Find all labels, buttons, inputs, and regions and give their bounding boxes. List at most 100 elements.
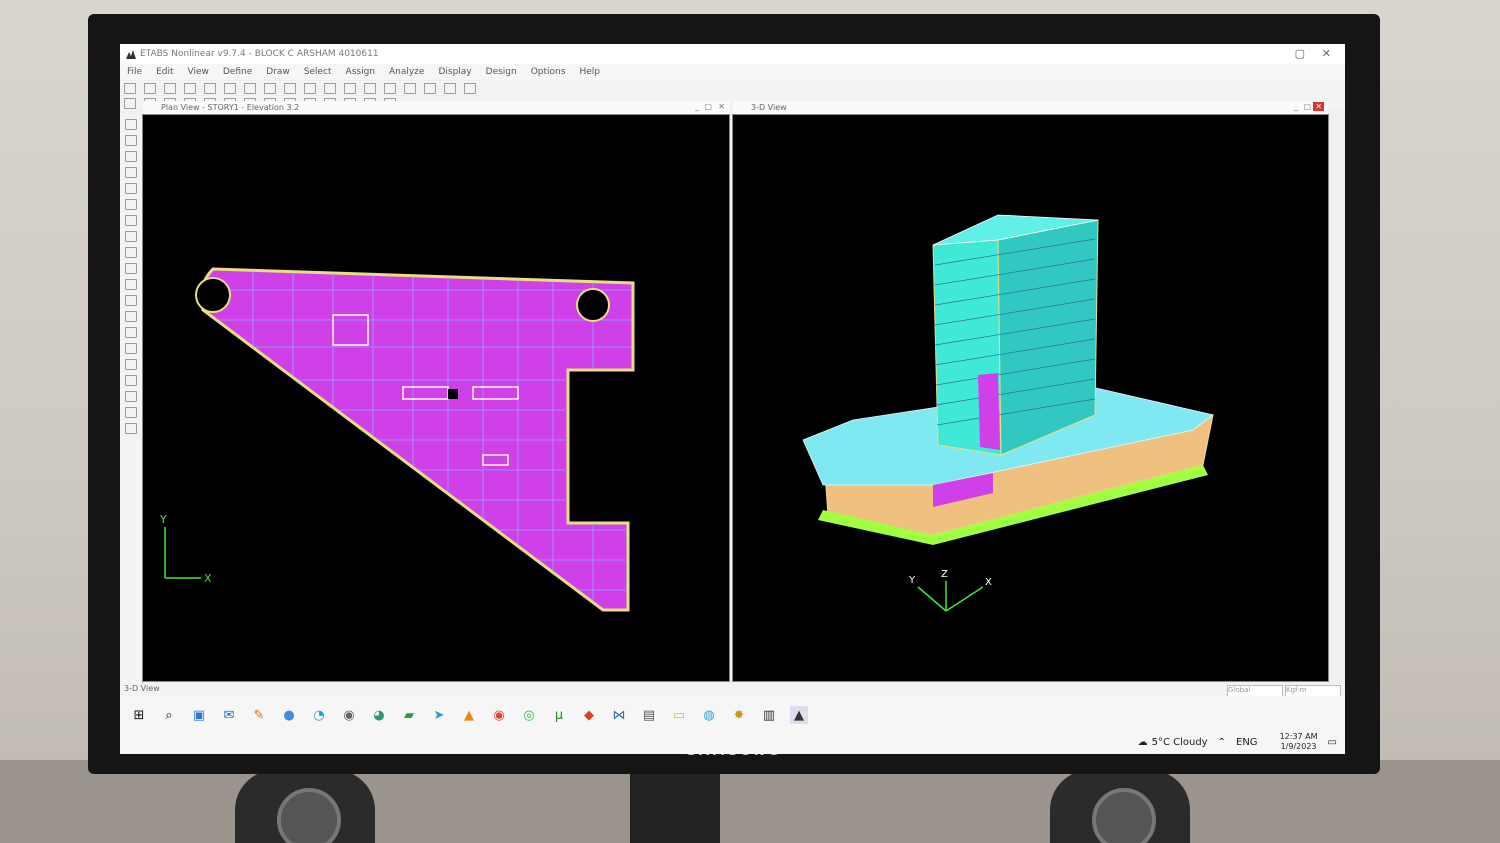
plan-minimize-button[interactable]: _ [695, 102, 699, 111]
draw-frame-icon[interactable] [125, 151, 137, 162]
clock[interactable]: 12:37 AM 1/9/2023 [1270, 732, 1318, 752]
redo-icon[interactable] [224, 82, 236, 94]
run-analysis-icon[interactable] [264, 82, 276, 94]
folder-icon[interactable]: ▭ [670, 706, 688, 724]
draw-point-icon[interactable] [125, 279, 137, 290]
chat-icon[interactable]: ● [280, 706, 298, 724]
reshape-tool-icon[interactable] [125, 135, 137, 146]
vlc-icon[interactable]: ▲ [460, 706, 478, 724]
left-tool-sidebar [120, 114, 143, 684]
vscode-icon[interactable]: ⋈ [610, 706, 628, 724]
3d-view-drawing: Y Z X [802, 214, 1214, 612]
pan-icon[interactable] [344, 82, 356, 94]
3d-view-icon[interactable] [364, 82, 376, 94]
3d-view-pane[interactable]: 3-D View _ ▢ ✕ Y Z X [732, 101, 1329, 682]
draw-grid-icon[interactable] [125, 311, 137, 322]
status-bar: 3-D View [120, 684, 1345, 696]
diamond-icon[interactable]: ◆ [580, 706, 598, 724]
elevation-view-icon[interactable] [404, 82, 416, 94]
edge-dev-icon[interactable]: ◕ [370, 706, 388, 724]
menu-analyze[interactable]: Analyze [389, 67, 424, 77]
globe-icon[interactable]: ◍ [700, 706, 718, 724]
undo-icon[interactable] [204, 82, 216, 94]
draw-link-icon[interactable] [125, 295, 137, 306]
plan-close-button[interactable]: ✕ [718, 102, 725, 111]
chrome-icon[interactable]: ◉ [490, 706, 508, 724]
mail-icon[interactable]: ✉ [220, 706, 238, 724]
project-icon[interactable]: ▰ [400, 706, 418, 724]
toolbar-main [120, 81, 1345, 95]
menu-view[interactable]: View [188, 67, 209, 77]
etabs-icon[interactable]: ▲ [790, 706, 808, 724]
snap-intersection-icon[interactable] [125, 391, 137, 402]
perspective-icon[interactable] [444, 82, 456, 94]
menu-help[interactable]: Help [579, 67, 600, 77]
snap-end-icon[interactable] [125, 359, 137, 370]
notification-icon[interactable]: ▭ [1328, 737, 1337, 748]
snap-middle-icon[interactable] [125, 375, 137, 386]
menu-bar: File Edit View Define Draw Select Assign… [120, 64, 1345, 80]
telegram-icon[interactable]: ➤ [430, 706, 448, 724]
new-file-icon[interactable] [124, 82, 136, 94]
plan-maximize-button[interactable]: ▢ [704, 102, 712, 111]
menu-assign[interactable]: Assign [346, 67, 375, 77]
3d-minimize-button[interactable]: _ [1294, 102, 1298, 111]
snap-line-icon[interactable] [125, 423, 137, 434]
taskview-icon[interactable]: ▣ [190, 706, 208, 724]
plan-view-title: Plan View - STORY1 - Elevation 3.2 [161, 103, 300, 112]
draw-column-icon[interactable] [125, 183, 137, 194]
menu-select[interactable]: Select [304, 67, 332, 77]
draw-beam-icon[interactable] [125, 199, 137, 210]
pencil-icon[interactable]: ✎ [250, 706, 268, 724]
zoom-out-icon[interactable] [304, 82, 316, 94]
menu-define[interactable]: Define [223, 67, 252, 77]
tray-chevron-up-icon[interactable]: ⌃ [1218, 737, 1226, 748]
paint-icon[interactable]: ✸ [730, 706, 748, 724]
3d-view-titlebar: 3-D View _ ▢ ✕ [733, 101, 1328, 114]
menu-design[interactable]: Design [486, 67, 517, 77]
zoom-in-icon[interactable] [284, 82, 296, 94]
edge-icon[interactable]: ◔ [310, 706, 328, 724]
print-icon[interactable] [184, 82, 196, 94]
plan-axes [164, 527, 201, 579]
save-icon[interactable] [164, 82, 176, 94]
draw-area-tool-icon[interactable] [125, 231, 137, 242]
draw-dimension-icon[interactable] [125, 327, 137, 338]
pointer-icon[interactable] [124, 97, 136, 109]
snap-point-icon[interactable] [125, 343, 137, 354]
chrome-icon[interactable]: ◉ [340, 706, 358, 724]
plan-view-icon[interactable] [384, 82, 396, 94]
maximize-button[interactable]: ▢ [1295, 47, 1305, 60]
3d-close-button[interactable]: ✕ [1313, 102, 1324, 111]
draw-wall-icon[interactable] [125, 263, 137, 274]
whatsapp-icon[interactable]: ◎ [520, 706, 538, 724]
menu-display[interactable]: Display [438, 67, 471, 77]
open-file-icon[interactable] [144, 82, 156, 94]
left-opening [195, 277, 231, 313]
3d-maximize-button[interactable]: ▢ [1303, 102, 1311, 111]
weather-text[interactable]: 5°C Cloudy [1152, 737, 1208, 748]
snap-perpendicular-icon[interactable] [125, 407, 137, 418]
calculator-icon[interactable]: ▤ [640, 706, 658, 724]
select-tool-icon[interactable] [125, 119, 137, 130]
language-indicator[interactable]: ENG [1236, 737, 1258, 748]
draw-rect-area-icon[interactable] [125, 247, 137, 258]
refresh-icon[interactable] [464, 82, 476, 94]
plan-view-pane[interactable]: Plan View - STORY1 - Elevation 3.2 _ ▢ ✕ [142, 101, 730, 682]
lock-icon[interactable] [244, 82, 256, 94]
menu-options[interactable]: Options [531, 67, 566, 77]
weather-cloud-icon[interactable]: ☁ [1138, 737, 1148, 748]
zoom-window-icon[interactable] [324, 82, 336, 94]
utorrent-icon[interactable]: µ [550, 706, 568, 724]
draw-brace-icon[interactable] [125, 167, 137, 178]
clock-date: 1/9/2023 [1280, 742, 1317, 751]
windows-icon[interactable]: ⊞ [130, 706, 148, 724]
city-icon[interactable]: ▥ [760, 706, 778, 724]
menu-edit[interactable]: Edit [156, 67, 173, 77]
menu-file[interactable]: File [127, 67, 142, 77]
close-button[interactable]: ✕ [1322, 47, 1331, 60]
menu-draw[interactable]: Draw [266, 67, 290, 77]
rotate-icon[interactable] [424, 82, 436, 94]
draw-secondary-beam-icon[interactable] [125, 215, 137, 226]
search-icon[interactable]: ⌕ [160, 706, 178, 724]
